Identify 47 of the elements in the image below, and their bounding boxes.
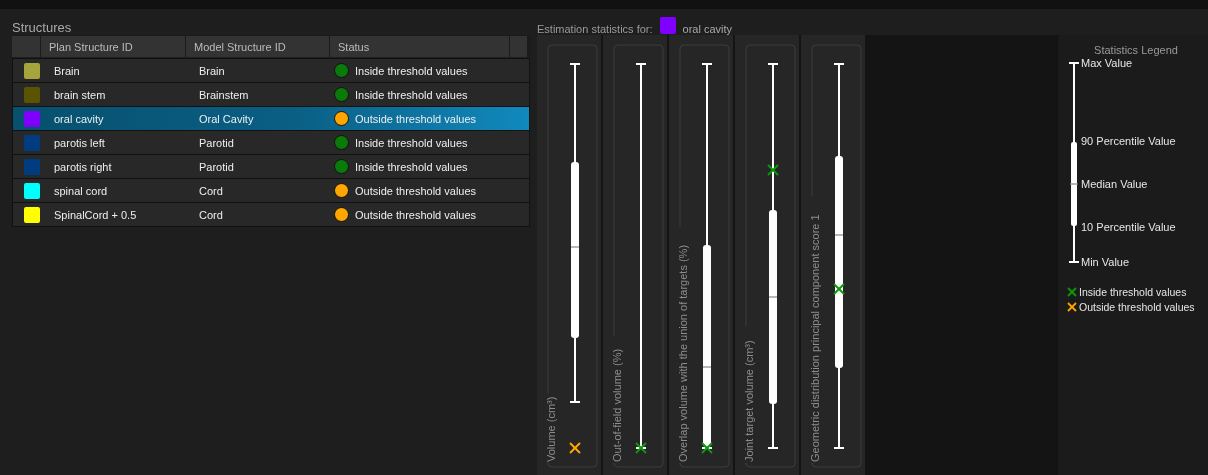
legend-title: Statistics Legend <box>1093 44 1179 56</box>
legend-label: Min Value <box>1081 256 1130 268</box>
status-label: Outside threshold values <box>355 208 477 221</box>
table-row[interactable]: spinal cord Cord Outside threshold values <box>13 179 529 202</box>
table-cell-text: parotis left <box>53 136 106 149</box>
plot-label: Out-of-field volume (%) <box>611 348 623 462</box>
legend-label: 90 Percentile Value <box>1081 135 1176 147</box>
plot-label: Geometric distribution principal component score 1 <box>809 214 821 462</box>
plot-label: Volume (cm³) <box>545 396 557 462</box>
table-row[interactable]: parotis right Parotid Inside threshold values <box>13 155 529 178</box>
panel-title: Structures <box>12 20 72 35</box>
status-label: Inside threshold values <box>355 64 468 77</box>
legend-label: 10 Percentile Value <box>1081 221 1176 233</box>
table-row[interactable]: parotis left Parotid Inside threshold values <box>13 131 529 154</box>
legend-label: Max Value <box>1081 57 1133 69</box>
table-cell-text: Oral Cavity <box>198 112 255 125</box>
column-header[interactable]: Plan Structure ID <box>41 35 186 57</box>
legend-label: Inside threshold values <box>1079 285 1187 298</box>
table-cell-text: Parotid <box>198 136 235 149</box>
status-label: Inside threshold values <box>355 160 468 173</box>
table-cell-text: parotis right <box>53 160 113 173</box>
table-row[interactable]: SpinalCord + 0.5 Cord Outside threshold values <box>13 203 529 226</box>
column-header[interactable]: Status <box>330 35 510 57</box>
table-cell-text: SpinalCord + 0.5 <box>53 208 138 221</box>
legend-label: Outside threshold values <box>1079 300 1195 313</box>
table-row[interactable]: brain stem Brainstem Inside threshold values <box>13 83 529 106</box>
table-cell-text: Cord <box>198 184 224 197</box>
table-row[interactable]: oral cavity Oral Cavity Outside threshold values <box>13 107 529 130</box>
status-label: Inside threshold values <box>355 136 468 149</box>
legend-label: Median Value <box>1081 178 1148 190</box>
status-label: Inside threshold values <box>355 88 468 101</box>
estimation-label: Estimation statistics for: <box>537 23 653 35</box>
table-cell-text: Brain <box>198 64 226 77</box>
table-cell-text: Brain <box>53 64 81 77</box>
table-cell-text: oral cavity <box>53 112 105 125</box>
table-cell-text: spinal cord <box>53 184 109 197</box>
plot-label: Overlap volume with the union of targets (%) <box>677 244 689 462</box>
table-cell-text: Brainstem <box>198 88 250 101</box>
table-cell-text: Cord <box>198 208 224 221</box>
column-header[interactable]: Model Structure ID <box>186 35 330 57</box>
table-cell-text: brain stem <box>53 88 107 101</box>
structure-name: oral cavity <box>682 23 733 35</box>
table-row[interactable]: Brain Brain Inside threshold values <box>13 59 529 82</box>
plot-label: Joint target volume (cm³) <box>743 340 755 462</box>
status-label: Outside threshold values <box>355 112 477 125</box>
table-cell-text: Parotid <box>198 160 235 173</box>
status-label: Outside threshold values <box>355 184 477 197</box>
